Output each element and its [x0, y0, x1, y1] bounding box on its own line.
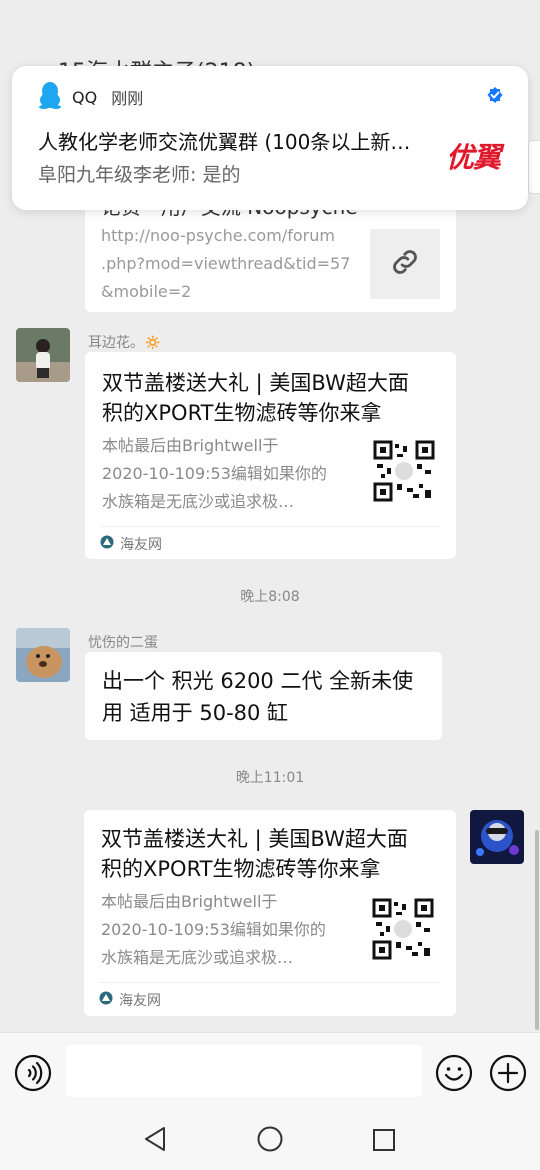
notification-title: 人教化学老师交流优翼群 (100条以上新…	[38, 130, 411, 154]
nav-home-icon	[257, 1126, 283, 1156]
link-card[interactable]: 双节盖楼送大礼 | 美国BW超大面 积的XPORT生物滤砖等你来拿 本帖最后由B…	[84, 810, 456, 1016]
avatar-self[interactable]	[470, 810, 524, 864]
nav-recents-button[interactable]	[372, 1128, 396, 1152]
link-card-url: http://noo-psyche.com/forum .php?mod=vie…	[101, 226, 351, 301]
more-button[interactable]	[489, 1054, 527, 1092]
avatar[interactable]	[16, 628, 70, 682]
text-message-bubble[interactable]: 出一个 积光 6200 二代 全新未使 用 适用于 50-80 缸	[85, 652, 442, 740]
side-drawer-handle[interactable]	[528, 140, 540, 194]
sender-name: 耳边花。🔅	[88, 335, 162, 351]
link-icon	[388, 245, 422, 283]
qr-code-thumbnail	[372, 898, 434, 960]
card-description: 本帖最后由Brightwell于 2020-10-109:53编辑如果你的 水族…	[102, 436, 327, 511]
nav-back-icon	[142, 1127, 168, 1157]
message-text-field[interactable]	[66, 1045, 422, 1097]
card-description: 本帖最后由Brightwell于 2020-10-109:53编辑如果你的 水族…	[101, 892, 326, 967]
message-text: 出一个 积光 6200 二代 全新未使 用 适用于 50-80 缸	[102, 669, 414, 725]
message-input[interactable]	[66, 1045, 422, 1097]
qq-notification-banner[interactable]: QQ 刚刚 人教化学老师交流优翼群 (100条以上新… 阜阳九年级李老师: 是的…	[12, 66, 528, 210]
voice-button[interactable]	[14, 1054, 52, 1092]
nav-home-button[interactable]	[257, 1126, 283, 1152]
time-separator: 晚上11:01	[235, 770, 305, 786]
notification-app-name: QQ	[72, 87, 98, 107]
qq-penguin-icon	[38, 81, 62, 113]
link-card[interactable]: 双节盖楼送大礼 | 美国BW超大面 积的XPORT生物滤砖等你来拿 本帖最后由B…	[85, 352, 456, 559]
plus-icon	[489, 1054, 527, 1096]
card-source: 海友网	[99, 990, 161, 1010]
card-source: 海友网	[100, 534, 162, 554]
emoji-icon	[435, 1054, 473, 1096]
notification-time: 刚刚	[111, 89, 144, 108]
emoji-button[interactable]	[435, 1054, 473, 1092]
youyi-logo: 优翼	[445, 141, 501, 174]
sender-name: 忧伤的二蛋	[88, 635, 158, 651]
card-title: 双节盖楼送大礼 | 美国BW超大面 积的XPORT生物滤砖等你来拿	[102, 371, 409, 425]
verified-check-icon	[486, 86, 504, 104]
nav-recents-icon	[372, 1129, 396, 1156]
card-divider	[100, 526, 440, 527]
qr-code-thumbnail	[373, 440, 435, 502]
nav-back-button[interactable]	[142, 1125, 168, 1153]
time-separator: 晚上8:08	[240, 589, 300, 605]
scrollbar[interactable]	[535, 830, 539, 1030]
avatar[interactable]	[16, 328, 70, 382]
card-title: 双节盖楼送大礼 | 美国BW超大面 积的XPORT生物滤砖等你来拿	[101, 827, 408, 881]
card-divider	[99, 982, 439, 983]
notification-body: 阜阳九年级李老师: 是的	[38, 164, 241, 186]
voice-icon	[14, 1054, 52, 1096]
haiyou-logo-icon	[99, 991, 113, 1009]
notification-app-row: QQ 刚刚	[38, 82, 143, 112]
haiyou-logo-icon	[100, 535, 114, 553]
link-thumbnail	[370, 229, 440, 299]
